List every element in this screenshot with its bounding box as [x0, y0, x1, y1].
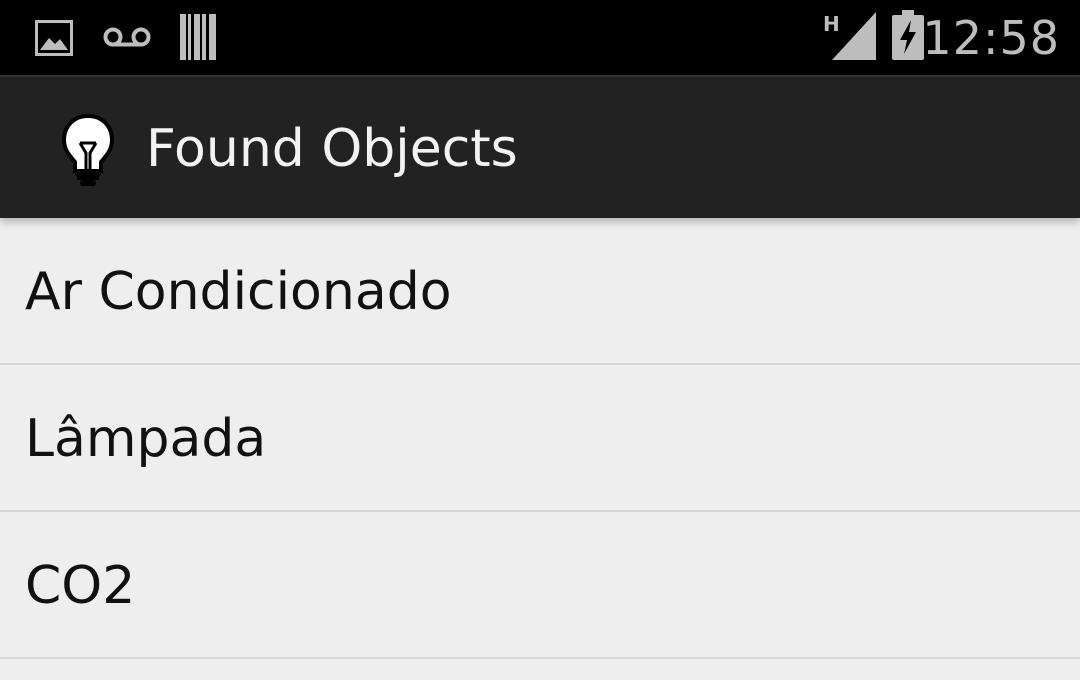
page-title: Found Objects [146, 119, 518, 179]
list-item[interactable]: CO2 [0, 512, 1080, 659]
list-item-label: CO2 [25, 556, 136, 616]
picture-icon [35, 20, 73, 56]
clock: 12:58 [922, 11, 1060, 65]
battery-charging-icon [892, 10, 924, 60]
list-item[interactable]: Lâmpada [0, 365, 1080, 512]
status-bar: H 12:58 [0, 0, 1080, 75]
voicemail-icon [103, 27, 151, 47]
list-item-label: Ar Condicionado [25, 262, 452, 322]
list-item-label: Lâmpada [25, 409, 267, 469]
action-bar: Found Objects [0, 75, 1080, 218]
lightbulb-icon[interactable] [60, 113, 116, 189]
barcode-icon [180, 14, 216, 60]
signal-icon [832, 12, 876, 60]
list-item[interactable]: Ar Condicionado [0, 218, 1080, 365]
found-objects-list: Ar Condicionado Lâmpada CO2 [0, 218, 1080, 680]
